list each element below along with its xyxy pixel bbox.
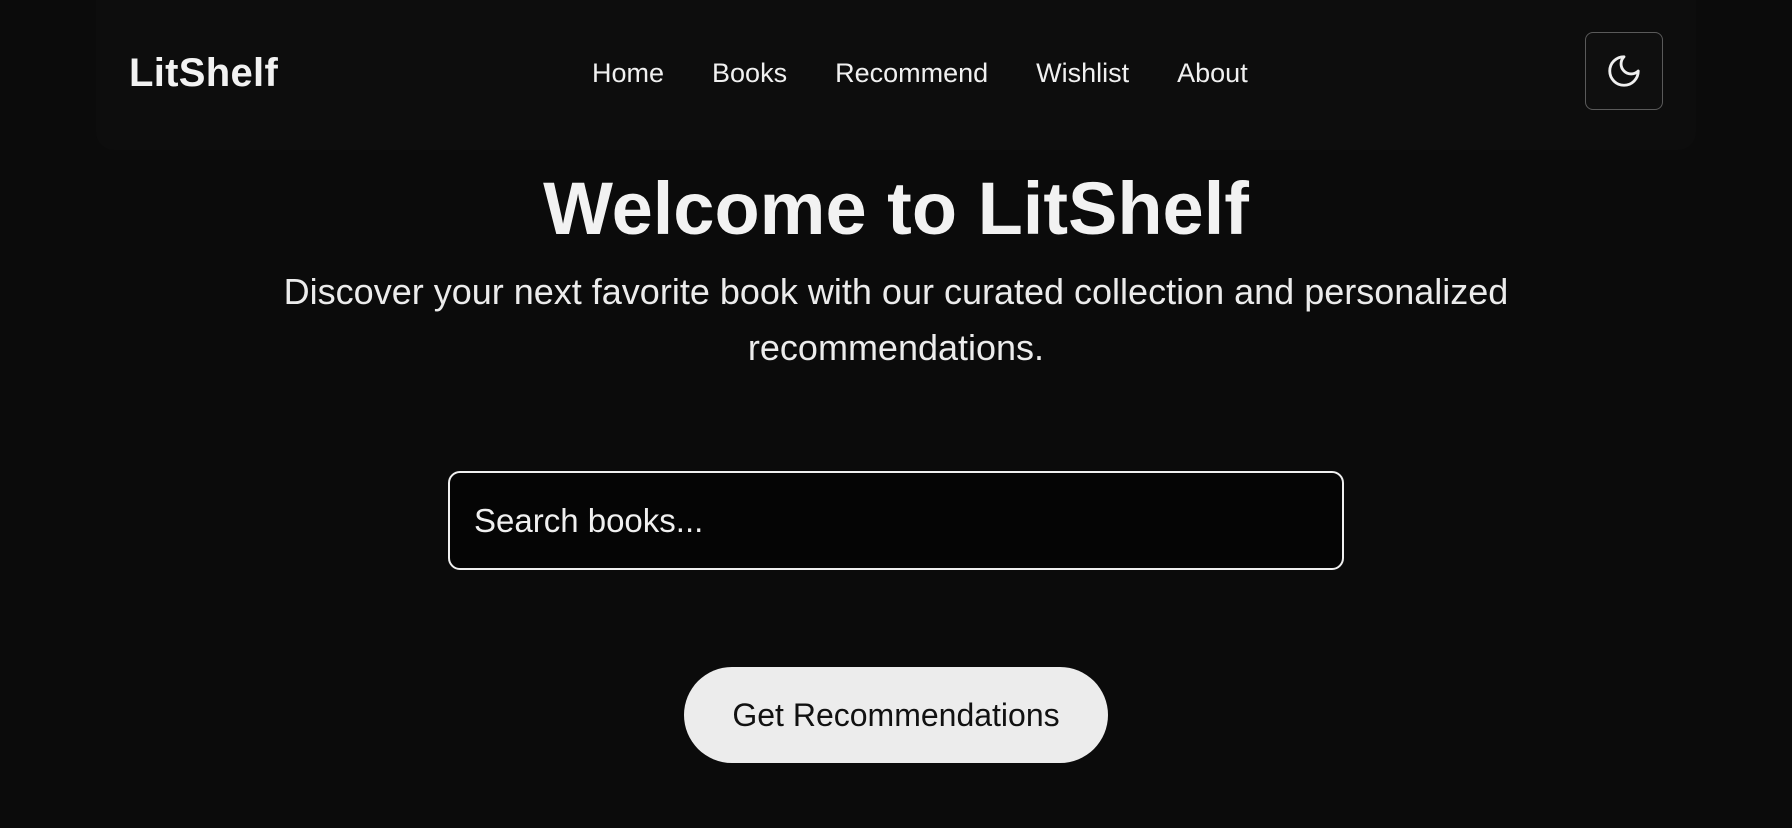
nav-link-home[interactable]: Home xyxy=(592,56,664,90)
get-recommendations-button[interactable]: Get Recommendations xyxy=(684,667,1108,763)
nav-link-wishlist[interactable]: Wishlist xyxy=(1036,56,1129,90)
moon-icon xyxy=(1608,55,1640,87)
hero-subtitle: Discover your next favorite book with ou… xyxy=(283,271,1509,368)
search-field-container xyxy=(448,471,1344,570)
brand-logo[interactable]: LitShelf xyxy=(129,50,278,96)
theme-toggle-button[interactable] xyxy=(1585,32,1663,110)
nav-link-recommend[interactable]: Recommend xyxy=(835,56,988,90)
nav-link-books[interactable]: Books xyxy=(712,56,787,90)
hero-title: Welcome to LitShelf xyxy=(543,167,1249,250)
nav-links: Home Books Recommend Wishlist About xyxy=(592,56,1248,90)
nav-link-about[interactable]: About xyxy=(1177,56,1248,90)
search-input[interactable] xyxy=(450,473,1342,568)
navbar: LitShelf Home Books Recommend Wishlist A… xyxy=(96,0,1696,150)
page: LitShelf Home Books Recommend Wishlist A… xyxy=(0,0,1792,828)
